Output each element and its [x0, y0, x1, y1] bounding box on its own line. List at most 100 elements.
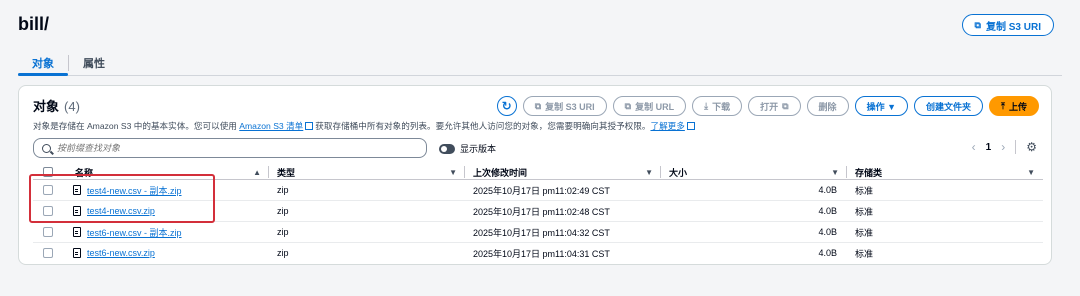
column-header-name[interactable]: 名称 ▲ — [55, 165, 269, 180]
tab-objects[interactable]: 对象 — [18, 50, 68, 76]
object-type: zip — [269, 179, 465, 201]
object-name-link[interactable]: test4-new.csv.zip — [87, 206, 155, 216]
copy-s3-uri-top-label: 复制 S3 URI — [985, 21, 1041, 33]
sort-ascending-icon: ▲ — [253, 167, 261, 177]
table-row[interactable]: test6-new.csv.zip zip 2025年10月17日 pm11:0… — [33, 243, 1043, 264]
create-folder-label: 创建文件夹 — [925, 101, 971, 112]
file-icon — [73, 206, 81, 216]
table-row[interactable]: test4-new.csv - 副本.zip zip 2025年10月17日 p… — [33, 179, 1043, 201]
objects-panel: 对象 (4) ↻ ⧉ 复制 S3 URI ⧉ 复制 URL ⤓ 下载 打开 ⧉ 删除 操… — [18, 85, 1052, 265]
column-header-size[interactable]: 大小 ▼ — [661, 165, 847, 180]
tab-properties[interactable]: 属性 — [69, 50, 119, 75]
copy-s3-uri-top-button[interactable]: ⧉ 复制 S3 URI — [961, 14, 1054, 36]
file-icon — [73, 248, 81, 258]
page-number[interactable]: 1 — [986, 142, 992, 153]
object-name-link[interactable]: test6-new.csv - 副本.zip — [87, 226, 182, 239]
objects-count: (4) — [64, 99, 80, 114]
chevron-left-icon[interactable]: ‹ — [972, 140, 976, 154]
refresh-icon: ↻ — [501, 99, 512, 113]
object-name-link[interactable]: test6-new.csv.zip — [87, 248, 155, 258]
row-checkbox[interactable] — [43, 227, 53, 238]
pagination: ‹ 1 › ⚙ — [972, 140, 1037, 154]
column-size-label: 大小 — [669, 167, 688, 178]
copy-url-label: 复制 URL — [635, 101, 675, 112]
objects-header: 对象 (4) — [33, 96, 80, 115]
actions-label: 操作 ▼ — [866, 101, 896, 112]
object-storage-class: 标准 — [855, 248, 874, 259]
object-modified: 2025年10月17日 pm11:04:32 CST — [465, 221, 661, 243]
pager-divider — [1015, 140, 1017, 154]
gear-icon[interactable]: ⚙ — [1026, 140, 1037, 154]
actions-dropdown[interactable]: 操作 ▼ — [854, 96, 908, 116]
column-header-storage[interactable]: 存储类 ▼ — [847, 165, 1043, 180]
object-size: 4.0B — [661, 221, 847, 243]
file-icon — [73, 185, 81, 195]
select-all-header — [33, 165, 55, 180]
toggle-switch-icon[interactable] — [439, 143, 455, 154]
table-row[interactable]: test4-new.csv.zip zip 2025年10月17日 pm11:0… — [33, 200, 1043, 222]
create-folder-button[interactable]: 创建文件夹 — [913, 96, 983, 116]
row-checkbox[interactable] — [43, 206, 53, 217]
object-modified: 2025年10月17日 pm11:04:31 CST — [473, 248, 610, 259]
column-name-label: 名称 — [75, 167, 94, 178]
copy-s3-uri-button[interactable]: ⧉ 复制 S3 URI — [522, 96, 607, 116]
copy-icon: ⧉ — [974, 19, 981, 30]
sort-icon: ▼ — [449, 167, 457, 177]
upload-button[interactable]: ⤒ 上传 — [989, 96, 1039, 116]
copy-url-button[interactable]: ⧉ 复制 URL — [612, 96, 687, 116]
column-storage-label: 存储类 — [855, 167, 883, 178]
upload-icon: ⤒ — [1001, 100, 1005, 111]
objects-toolbar: ↻ ⧉ 复制 S3 URI ⧉ 复制 URL ⤓ 下载 打开 ⧉ 删除 操作 ▼ 创建文… — [496, 96, 1039, 116]
object-type: zip — [269, 221, 465, 243]
column-header-modified[interactable]: 上次修改时间 ▼ — [465, 165, 661, 180]
external-link-icon: ⧉ — [782, 100, 789, 111]
copy-icon: ⧉ — [534, 100, 542, 111]
file-icon — [73, 227, 81, 237]
show-versions-toggle[interactable]: 显示版本 — [439, 142, 496, 155]
object-size: 4.0B — [661, 179, 847, 201]
search-box[interactable] — [33, 138, 427, 158]
row-checkbox[interactable] — [43, 248, 53, 259]
table-row[interactable]: test6-new.csv - 副本.zip zip 2025年10月17日 p… — [33, 221, 1043, 243]
select-all-checkbox[interactable] — [43, 167, 53, 178]
open-label: 打开 — [760, 101, 779, 112]
object-modified: 2025年10月17日 pm11:02:49 CST — [465, 179, 661, 201]
external-link-icon — [686, 122, 695, 130]
row-checkbox[interactable] — [43, 185, 53, 196]
objects-table: 名称 ▲ 类型 ▼ 上次修改时间 ▼ 大小 ▼ 存储类 ▼ test4-new.csv -… — [33, 165, 1043, 263]
learn-more-link[interactable]: 了解更多 — [650, 121, 684, 131]
open-button[interactable]: 打开 ⧉ — [748, 96, 801, 116]
description-text-2: 获取存储桶中所有对象的列表。要允许其他人访问您的对象，您需要明确向其授予权限。 — [315, 121, 651, 131]
sort-icon: ▼ — [645, 167, 653, 177]
column-header-type[interactable]: 类型 ▼ — [269, 165, 465, 180]
object-type: zip — [269, 200, 465, 222]
description-text-1: 对象是存储在 Amazon S3 中的基本实体。您可以使用 — [33, 121, 240, 131]
objects-description: 对象是存储在 Amazon S3 中的基本实体。您可以使用 Amazon S3 … — [33, 120, 697, 132]
download-button[interactable]: ⤓ 下载 — [692, 96, 743, 116]
copy-s3-uri-label: 复制 S3 URI — [545, 101, 595, 112]
object-modified: 2025年10月17日 pm11:02:48 CST — [465, 200, 661, 222]
object-size: 4.0B — [661, 200, 847, 222]
download-label: 下载 — [712, 101, 731, 112]
object-storage-class: 标准 — [847, 200, 1043, 222]
upload-label: 上传 — [1008, 101, 1027, 112]
search-icon — [42, 143, 51, 153]
chevron-right-icon[interactable]: › — [1001, 140, 1005, 154]
show-versions-label: 显示版本 — [460, 144, 497, 154]
objects-title: 对象 — [33, 99, 60, 114]
sort-icon: ▼ — [831, 167, 839, 177]
table-header-row: 名称 ▲ 类型 ▼ 上次修改时间 ▼ 大小 ▼ 存储类 ▼ — [33, 165, 1043, 180]
refresh-button[interactable]: ↻ — [496, 96, 517, 116]
search-input[interactable] — [57, 143, 417, 153]
external-link-icon — [305, 122, 314, 130]
delete-button[interactable]: 删除 — [806, 96, 849, 116]
page-title: bill/ — [18, 14, 49, 34]
object-storage-class: 标准 — [847, 179, 1043, 201]
column-type-label: 类型 — [277, 167, 296, 178]
object-name-link[interactable]: test4-new.csv - 副本.zip — [87, 184, 182, 197]
tab-bar: 对象 属性 — [18, 50, 1062, 76]
object-storage-class: 标准 — [847, 221, 1043, 243]
download-icon: ⤓ — [704, 100, 709, 111]
delete-label: 删除 — [818, 101, 837, 112]
s3-inventory-link[interactable]: Amazon S3 清单 — [239, 121, 303, 131]
